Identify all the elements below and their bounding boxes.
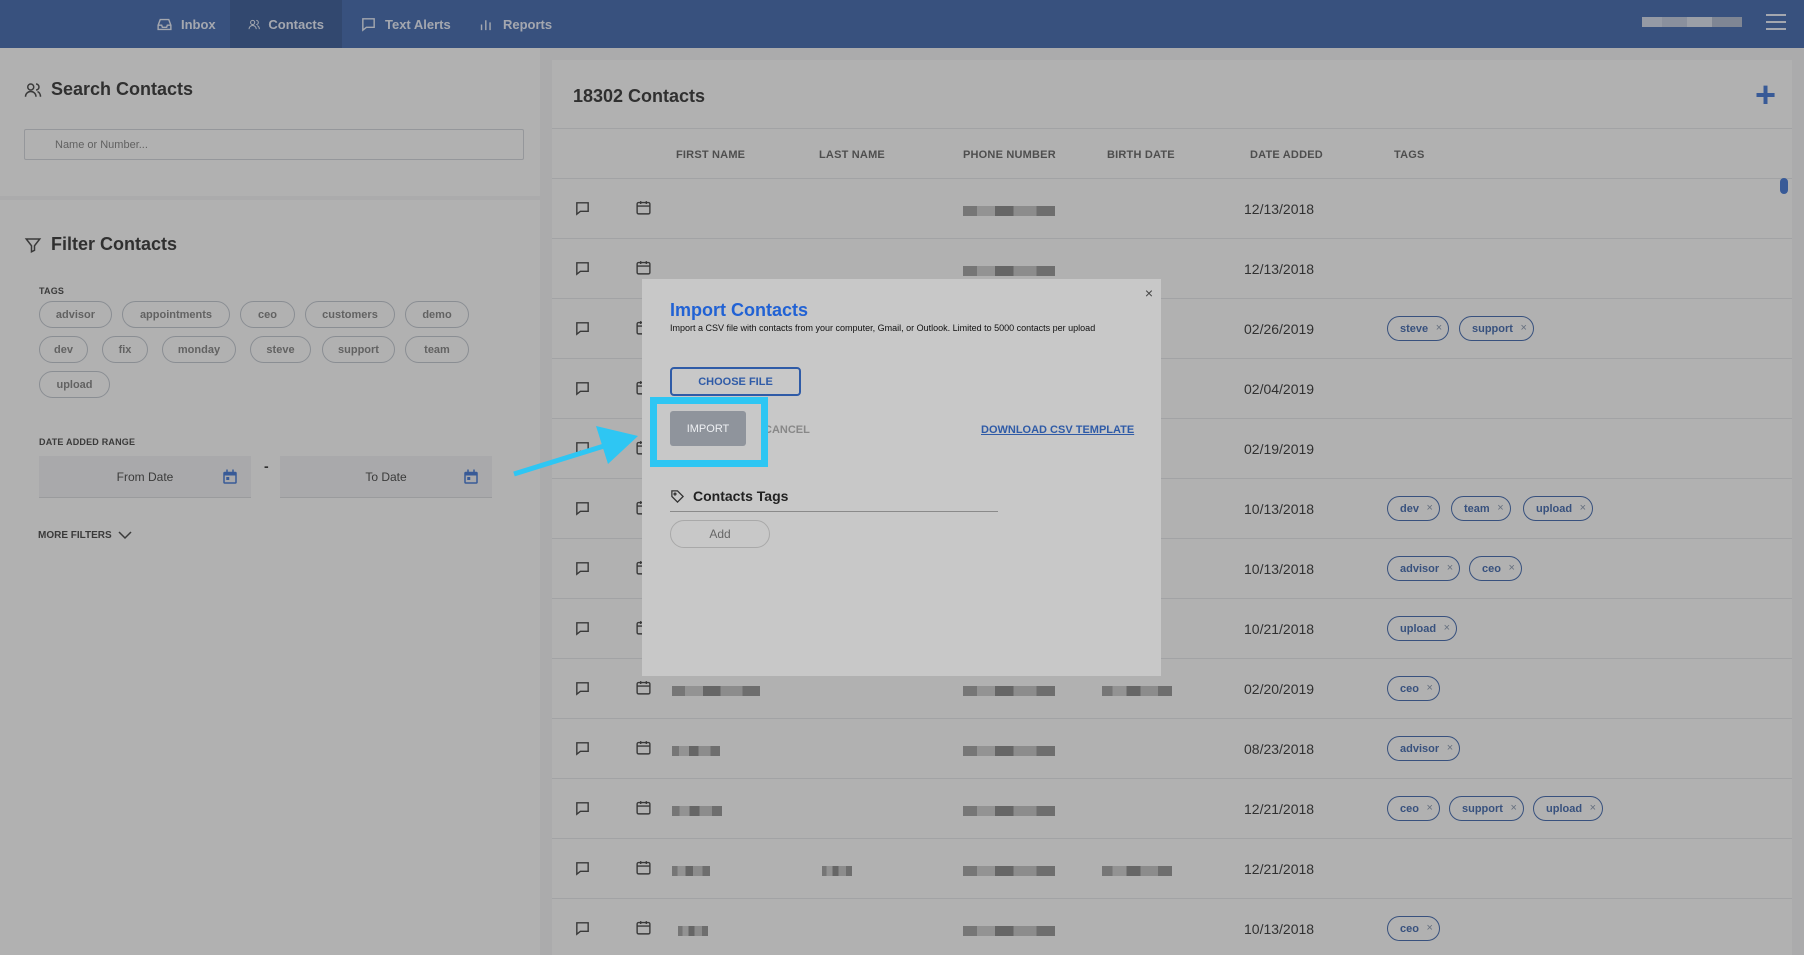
download-csv-template-link[interactable]: DOWNLOAD CSV TEMPLATE [981, 424, 1134, 436]
tags-divider [670, 511, 998, 512]
contacts-tags-title: Contacts Tags [693, 488, 789, 504]
choose-file-button[interactable]: CHOOSE FILE [670, 367, 801, 396]
modal-title: Import Contacts [670, 300, 809, 320]
import-button[interactable]: IMPORT [670, 411, 746, 446]
contacts-tags-section: Contacts Tags [670, 488, 788, 504]
import-contacts-modal: × Import Contacts Import a CSV file with… [642, 279, 1161, 676]
close-icon[interactable]: × [1145, 285, 1153, 301]
add-tag-button[interactable]: Add [670, 520, 770, 548]
cancel-button[interactable]: CANCEL [764, 424, 810, 436]
tag-icon [671, 489, 685, 503]
modal-description: Import a CSV file with contacts from you… [670, 323, 1096, 333]
annotation-arrow-icon [513, 426, 638, 477]
